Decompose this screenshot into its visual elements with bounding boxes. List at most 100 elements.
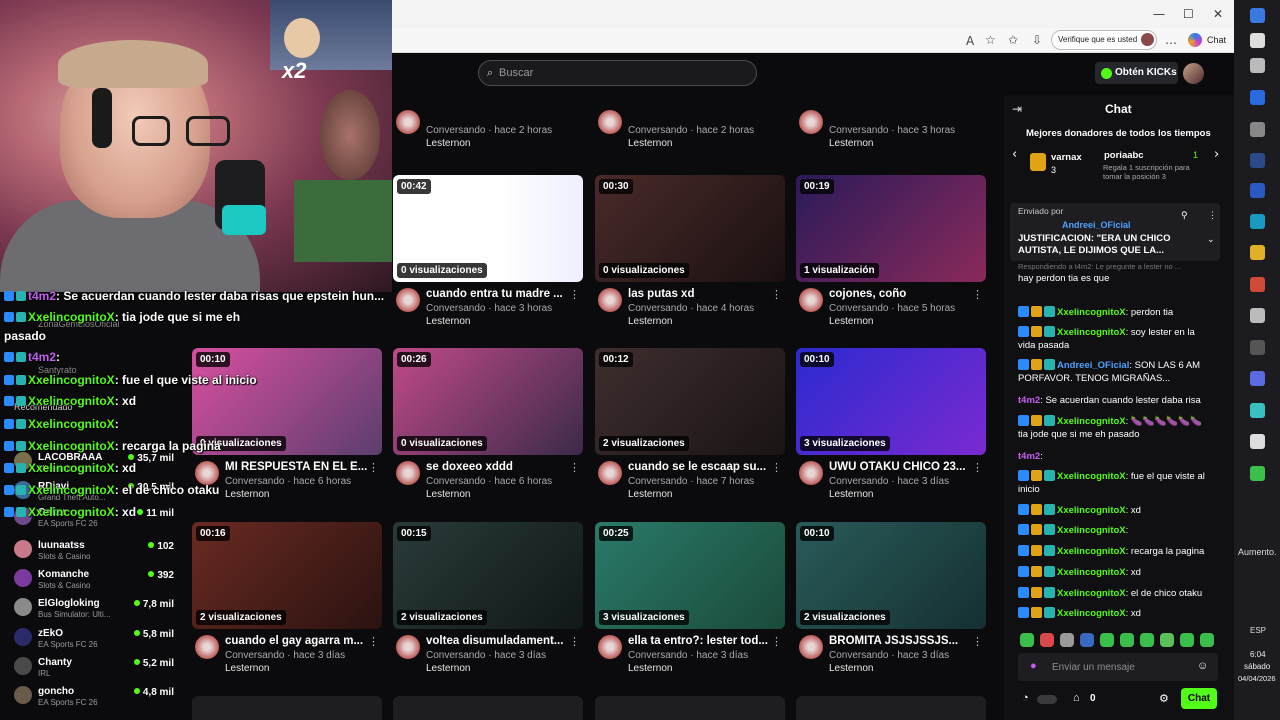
word-icon[interactable] xyxy=(1250,183,1265,198)
capcut-icon[interactable] xyxy=(1250,434,1265,449)
video-thumbnail[interactable]: 00:10 2 visualizaciones xyxy=(796,522,986,629)
channel-name[interactable]: Lesternon xyxy=(628,663,672,674)
video-thumbnail[interactable]: 00:19 1 visualización xyxy=(796,175,986,282)
favorites-icon[interactable]: ✩ xyxy=(1008,33,1018,47)
recommended-channel[interactable]: ElGlogloking Bus Simulator: Ulti... 7,8 mi… xyxy=(14,598,174,622)
video-thumbnail[interactable]: 00:30 0 visualizaciones xyxy=(595,175,785,282)
video-title[interactable]: cuando se le escaap su... xyxy=(628,461,773,473)
video-more-icon[interactable]: ⋮ xyxy=(368,461,379,474)
chat-username[interactable]: XxelincognitoX xyxy=(1057,505,1126,516)
channel-avatar[interactable] xyxy=(799,288,823,312)
channel-avatar[interactable] xyxy=(396,288,420,312)
channel-name[interactable]: Lesternon xyxy=(829,489,873,500)
channel-avatar[interactable] xyxy=(598,110,622,134)
copilot-icon[interactable] xyxy=(1188,33,1202,47)
video-more-icon[interactable]: ⋮ xyxy=(569,635,580,648)
search-icon[interactable] xyxy=(1250,33,1265,48)
recommended-channel[interactable]: zEkO EA Sports FC 26 5,8 mil xyxy=(14,628,174,652)
emote-icon[interactable] xyxy=(1200,633,1214,647)
channel-avatar[interactable] xyxy=(598,635,622,659)
mic-icon[interactable]: ● xyxy=(1030,660,1037,672)
maximize-button[interactable]: ☐ xyxy=(1183,7,1194,21)
clock-time[interactable]: 6:04 xyxy=(1250,650,1266,659)
video-more-icon[interactable]: ⋮ xyxy=(368,635,379,648)
video-thumbnail[interactable]: 00:10 3 visualizaciones xyxy=(796,348,986,455)
chat-message[interactable]: hay perdon tia es que xyxy=(1018,272,1214,285)
video-title[interactable]: las putas xd xyxy=(628,288,773,300)
emote-icon[interactable] xyxy=(1140,633,1154,647)
chat-toggle[interactable] xyxy=(1037,695,1057,704)
user-avatar[interactable] xyxy=(1183,63,1204,84)
read-aloud-icon[interactable]: A xyxy=(966,34,974,48)
video-title[interactable]: cojones, coño xyxy=(829,288,974,300)
recommended-channel[interactable]: Chanty IRL 5,2 mil xyxy=(14,657,174,681)
language-indicator[interactable]: ESP xyxy=(1250,626,1266,635)
recommended-channel[interactable]: luunaatss Slots & Casino 102 xyxy=(14,540,174,564)
chat-username[interactable]: XxelincognitoX xyxy=(1057,525,1126,536)
profile-avatar[interactable] xyxy=(1141,33,1154,46)
emote-icon[interactable] xyxy=(1160,633,1174,647)
chat-username[interactable]: XxelincognitoX xyxy=(1057,471,1126,482)
chat-message[interactable]: XxelincognitoX: soy lester en la vida pa… xyxy=(1018,326,1214,352)
video-thumbnail[interactable]: 00:15 2 visualizaciones xyxy=(393,522,583,629)
zoom-app-icon[interactable] xyxy=(1250,90,1265,105)
chat-message[interactable]: XxelincognitoX: xd xyxy=(1018,504,1214,517)
app-icon[interactable] xyxy=(1250,122,1265,137)
channel-avatar[interactable] xyxy=(396,461,420,485)
file-explorer-icon[interactable] xyxy=(1250,245,1265,260)
video-thumbnail[interactable]: 00:12 2 visualizaciones xyxy=(595,348,785,455)
chat-message[interactable]: XxelincognitoX: xd xyxy=(1018,607,1214,620)
channel-name[interactable]: Lesternon xyxy=(628,316,672,327)
chat-message[interactable]: XxelincognitoX: el de chico otaku xyxy=(1018,587,1214,600)
widgets-icon[interactable] xyxy=(1250,58,1265,73)
chat-username[interactable]: t4m2 xyxy=(1018,451,1040,462)
chat-username[interactable]: XxelincognitoX xyxy=(1057,416,1126,427)
video-more-icon[interactable]: ⋮ xyxy=(569,461,580,474)
video-thumbnail[interactable]: 00:26 0 visualizaciones xyxy=(393,348,583,455)
more-options-icon[interactable]: … xyxy=(1165,33,1177,47)
channel-name[interactable]: Lesternon xyxy=(426,663,470,674)
channel-name[interactable]: Lesternon xyxy=(426,138,470,149)
channel-name[interactable]: Lesternon xyxy=(829,138,873,149)
gear-icon[interactable]: ⚙ xyxy=(1159,692,1169,705)
video-more-icon[interactable]: ⋮ xyxy=(972,461,983,474)
collapse-chat-icon[interactable]: ⇥ xyxy=(1012,102,1022,116)
settings-icon[interactable] xyxy=(1250,308,1265,323)
video-title[interactable]: voltea disumuladament... xyxy=(426,635,571,647)
chat-message[interactable]: XxelincognitoX: xyxy=(1018,524,1214,537)
chat-message[interactable]: XxelincognitoX: perdon tia xyxy=(1018,306,1214,319)
chat-message[interactable]: t4m2: Se acuerdan cuando lester daba ris… xyxy=(1018,394,1214,407)
recommended-channel[interactable]: Komanche Slots & Casino 392 xyxy=(14,569,174,593)
clock-day[interactable]: sábado xyxy=(1244,662,1270,671)
obs-icon[interactable] xyxy=(1250,340,1265,355)
channel-avatar[interactable] xyxy=(598,461,622,485)
app-icon[interactable] xyxy=(1250,403,1265,418)
pin-icon[interactable]: ⚲ xyxy=(1181,210,1188,221)
chat-message[interactable]: Andreei_OFicial: SON LAS 6 AM PORFAVOR. … xyxy=(1018,359,1214,385)
channel-avatar[interactable] xyxy=(195,461,219,485)
chat-username[interactable]: XxelincognitoX xyxy=(1057,608,1126,619)
video-thumbnail[interactable]: 00:25 3 visualizaciones xyxy=(595,522,785,629)
channel-avatar[interactable] xyxy=(799,110,823,134)
emote-icon[interactable] xyxy=(1060,633,1074,647)
channel-name[interactable]: Lesternon xyxy=(225,663,269,674)
channel-name[interactable]: Lesternon xyxy=(426,489,470,500)
recommended-channel[interactable]: goncho EA Sports FC 26 4,8 mil xyxy=(14,686,174,710)
edge-icon[interactable] xyxy=(1250,214,1265,229)
chat-message[interactable]: t4m2: xyxy=(1018,450,1214,463)
emoji-icon[interactable]: ☺ xyxy=(1197,660,1208,672)
channel-avatar[interactable] xyxy=(598,288,622,312)
clock-date[interactable]: 04/04/2026 xyxy=(1238,674,1276,683)
video-title[interactable]: MI RESPUESTA EN EL E... xyxy=(225,461,370,473)
channel-name[interactable]: Lesternon xyxy=(829,316,873,327)
discord-icon[interactable] xyxy=(1250,371,1265,386)
chat-username[interactable]: t4m2 xyxy=(1018,395,1040,406)
emote-icon[interactable] xyxy=(1100,633,1114,647)
chat-username[interactable]: XxelincognitoX xyxy=(1057,327,1126,338)
chat-username[interactable]: XxelincognitoX xyxy=(1057,567,1126,578)
video-thumbnail[interactable]: 00:16 2 visualizaciones xyxy=(192,522,382,629)
chat-message[interactable]: XxelincognitoX: fue el que viste al inic… xyxy=(1018,470,1214,496)
video-title[interactable]: cuando entra tu madre ... xyxy=(426,288,571,300)
video-more-icon[interactable]: ⋮ xyxy=(771,288,782,301)
chat-username[interactable]: XxelincognitoX xyxy=(1057,307,1126,318)
